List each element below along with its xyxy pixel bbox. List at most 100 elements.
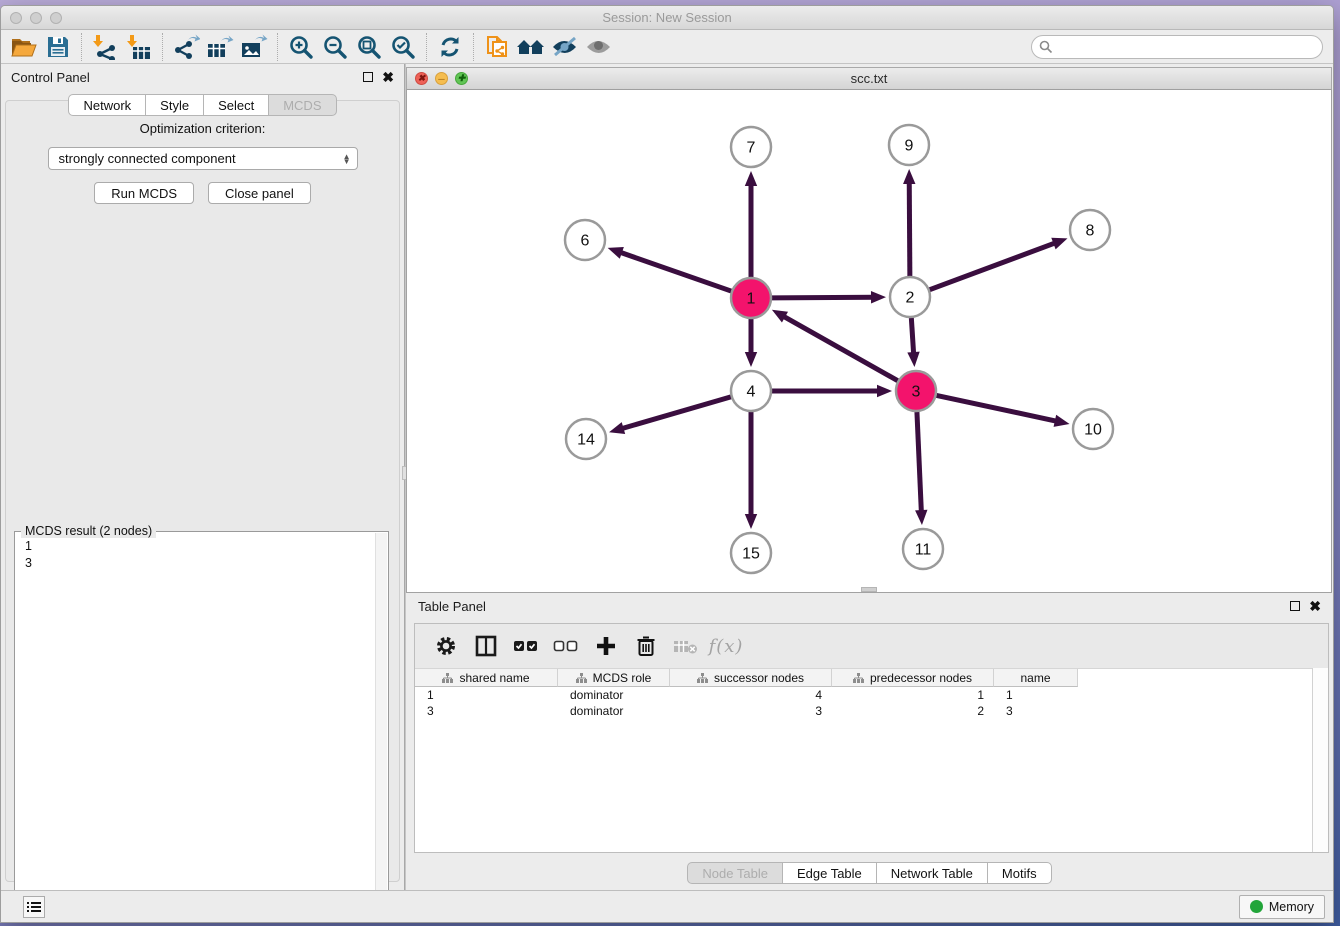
run-mcds-button[interactable]: Run MCDS [94, 182, 194, 204]
export-image-icon[interactable] [237, 32, 271, 62]
network-window-titlebar[interactable]: ✖ ─ ✚ scc.txt [406, 67, 1332, 90]
cell-predecessor-nodes[interactable]: 1 [832, 687, 994, 703]
add-column-icon[interactable] [591, 631, 621, 661]
close-table-panel-icon[interactable]: ✖ [1309, 601, 1321, 611]
import-table-icon[interactable] [122, 32, 156, 62]
delete-column-icon[interactable] [631, 631, 661, 661]
mcds-result-title: MCDS result (2 nodes) [21, 524, 156, 538]
cell-name[interactable]: 3 [994, 703, 1078, 719]
cell-successor-nodes[interactable]: 4 [670, 687, 832, 703]
tab-motifs[interactable]: Motifs [987, 862, 1052, 884]
graph-node-label: 9 [905, 138, 914, 155]
toolbar-separator [277, 33, 278, 61]
network-graph[interactable]: 7968124314101511 [407, 90, 1332, 591]
open-file-icon[interactable] [7, 32, 41, 62]
graph-edge[interactable] [909, 180, 910, 276]
window-controls[interactable] [10, 12, 62, 24]
tab-edge-table[interactable]: Edge Table [782, 862, 877, 884]
graph-edge[interactable] [930, 242, 1058, 289]
zoom-selected-icon[interactable] [386, 32, 420, 62]
export-table-icon[interactable] [203, 32, 237, 62]
task-history-button[interactable] [23, 896, 45, 918]
graph-edge-arrowhead [907, 352, 919, 367]
cell-shared-name[interactable]: 1 [415, 687, 558, 703]
column-header-name[interactable]: name [994, 669, 1078, 687]
memory-button[interactable]: Memory [1239, 895, 1325, 919]
control-panel-tabs: Network Style Select MCDS [1, 94, 404, 116]
export-network-icon[interactable] [169, 32, 203, 62]
refresh-icon[interactable] [433, 32, 467, 62]
table-row[interactable]: 3 dominator 3 2 3 [415, 703, 1328, 719]
window-titlebar: Session: New Session [1, 6, 1333, 30]
table-row[interactable]: 1 dominator 4 1 1 [415, 687, 1328, 703]
column-header-successor-nodes[interactable]: successor nodes [670, 669, 832, 687]
float-panel-icon[interactable] [363, 72, 373, 82]
graph-edge[interactable] [620, 397, 731, 429]
optimization-criterion-label: Optimization criterion: [6, 121, 399, 136]
tab-select[interactable]: Select [203, 94, 269, 116]
canvas-hscroll-handle[interactable] [861, 587, 877, 592]
tab-node-table[interactable]: Node Table [687, 862, 783, 884]
cell-mcds-role[interactable]: dominator [558, 703, 670, 719]
tab-network[interactable]: Network [68, 94, 146, 116]
graph-edge[interactable] [917, 412, 922, 514]
search-input[interactable] [1031, 35, 1323, 59]
close-network-icon[interactable]: ✖ [415, 72, 428, 85]
column-panel-icon[interactable] [471, 631, 501, 661]
minimize-network-icon[interactable]: ─ [435, 72, 448, 85]
maximize-window-icon[interactable] [50, 12, 62, 24]
table-toolbar: f(x) [415, 624, 1328, 668]
graph-edge[interactable] [618, 252, 731, 292]
table-vscrollbar[interactable] [1312, 668, 1328, 852]
cell-predecessor-nodes[interactable]: 2 [832, 703, 994, 719]
tab-mcds[interactable]: MCDS [268, 94, 336, 116]
graph-node-label: 15 [742, 546, 760, 563]
hide-selected-icon[interactable] [548, 32, 582, 62]
cell-shared-name[interactable]: 3 [415, 703, 558, 719]
mcds-result-text[interactable]: 1 3 [15, 532, 388, 578]
zoom-fit-icon[interactable] [352, 32, 386, 62]
minimize-window-icon[interactable] [30, 12, 42, 24]
zoom-out-icon[interactable] [318, 32, 352, 62]
close-panel-button[interactable]: Close panel [208, 182, 311, 204]
select-all-columns-icon[interactable] [511, 631, 541, 661]
float-table-panel-icon[interactable] [1290, 601, 1300, 611]
graph-node-label: 10 [1084, 422, 1102, 439]
graph-edge[interactable] [937, 395, 1059, 421]
search-icon [1039, 40, 1053, 54]
column-header-mcds-role[interactable]: MCDS role [558, 669, 670, 687]
close-panel-icon[interactable]: ✖ [382, 72, 394, 82]
zoom-in-icon[interactable] [284, 32, 318, 62]
tree-icon [442, 673, 453, 683]
graph-node-label: 2 [906, 290, 915, 307]
show-all-icon[interactable] [582, 32, 616, 62]
cell-mcds-role[interactable]: dominator [558, 687, 670, 703]
first-neighbors-icon[interactable] [514, 32, 548, 62]
optimization-criterion-select[interactable]: strongly connected component ▲▼ [48, 147, 358, 170]
function-builder-icon[interactable]: f(x) [711, 631, 741, 661]
close-window-icon[interactable] [10, 12, 22, 24]
tab-style[interactable]: Style [145, 94, 204, 116]
network-window-title: scc.txt [851, 71, 888, 86]
network-canvas[interactable]: 7968124314101511 [406, 90, 1332, 593]
maximize-network-icon[interactable]: ✚ [455, 72, 468, 85]
tab-network-table[interactable]: Network Table [876, 862, 988, 884]
cell-successor-nodes[interactable]: 3 [670, 703, 832, 719]
import-network-icon[interactable] [88, 32, 122, 62]
select-stepper-icon: ▲▼ [343, 154, 351, 164]
column-header-shared-name[interactable]: shared name [415, 669, 558, 687]
clone-network-icon[interactable] [480, 32, 514, 62]
delete-table-icon[interactable] [671, 631, 701, 661]
graph-edge[interactable] [781, 315, 897, 381]
save-session-icon[interactable] [41, 32, 75, 62]
column-header-predecessor-nodes[interactable]: predecessor nodes [832, 669, 994, 687]
graph-edge-arrowhead [745, 171, 757, 186]
graph-node-label: 14 [577, 432, 595, 449]
application-window: Session: New Session [0, 5, 1334, 923]
result-scrollbar[interactable] [375, 533, 387, 903]
graph-edge[interactable] [772, 297, 875, 298]
unselect-all-columns-icon[interactable] [551, 631, 581, 661]
settings-gear-icon[interactable] [431, 631, 461, 661]
graph-edge[interactable] [911, 318, 913, 356]
cell-name[interactable]: 1 [994, 687, 1078, 703]
